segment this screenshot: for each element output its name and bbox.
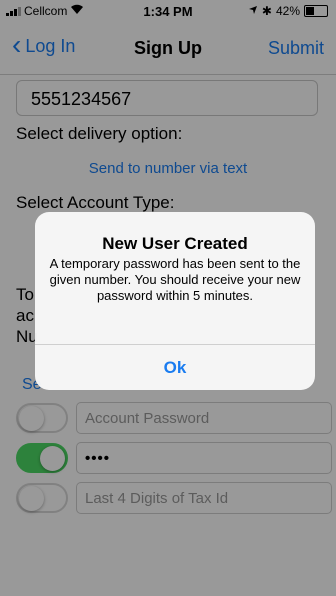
alert-dialog: New User Created A temporary password ha… bbox=[35, 212, 315, 390]
alert-title: New User Created bbox=[102, 234, 248, 253]
alert-message: A temporary password has been sent to th… bbox=[49, 256, 301, 303]
ok-button[interactable]: Ok bbox=[35, 345, 315, 390]
